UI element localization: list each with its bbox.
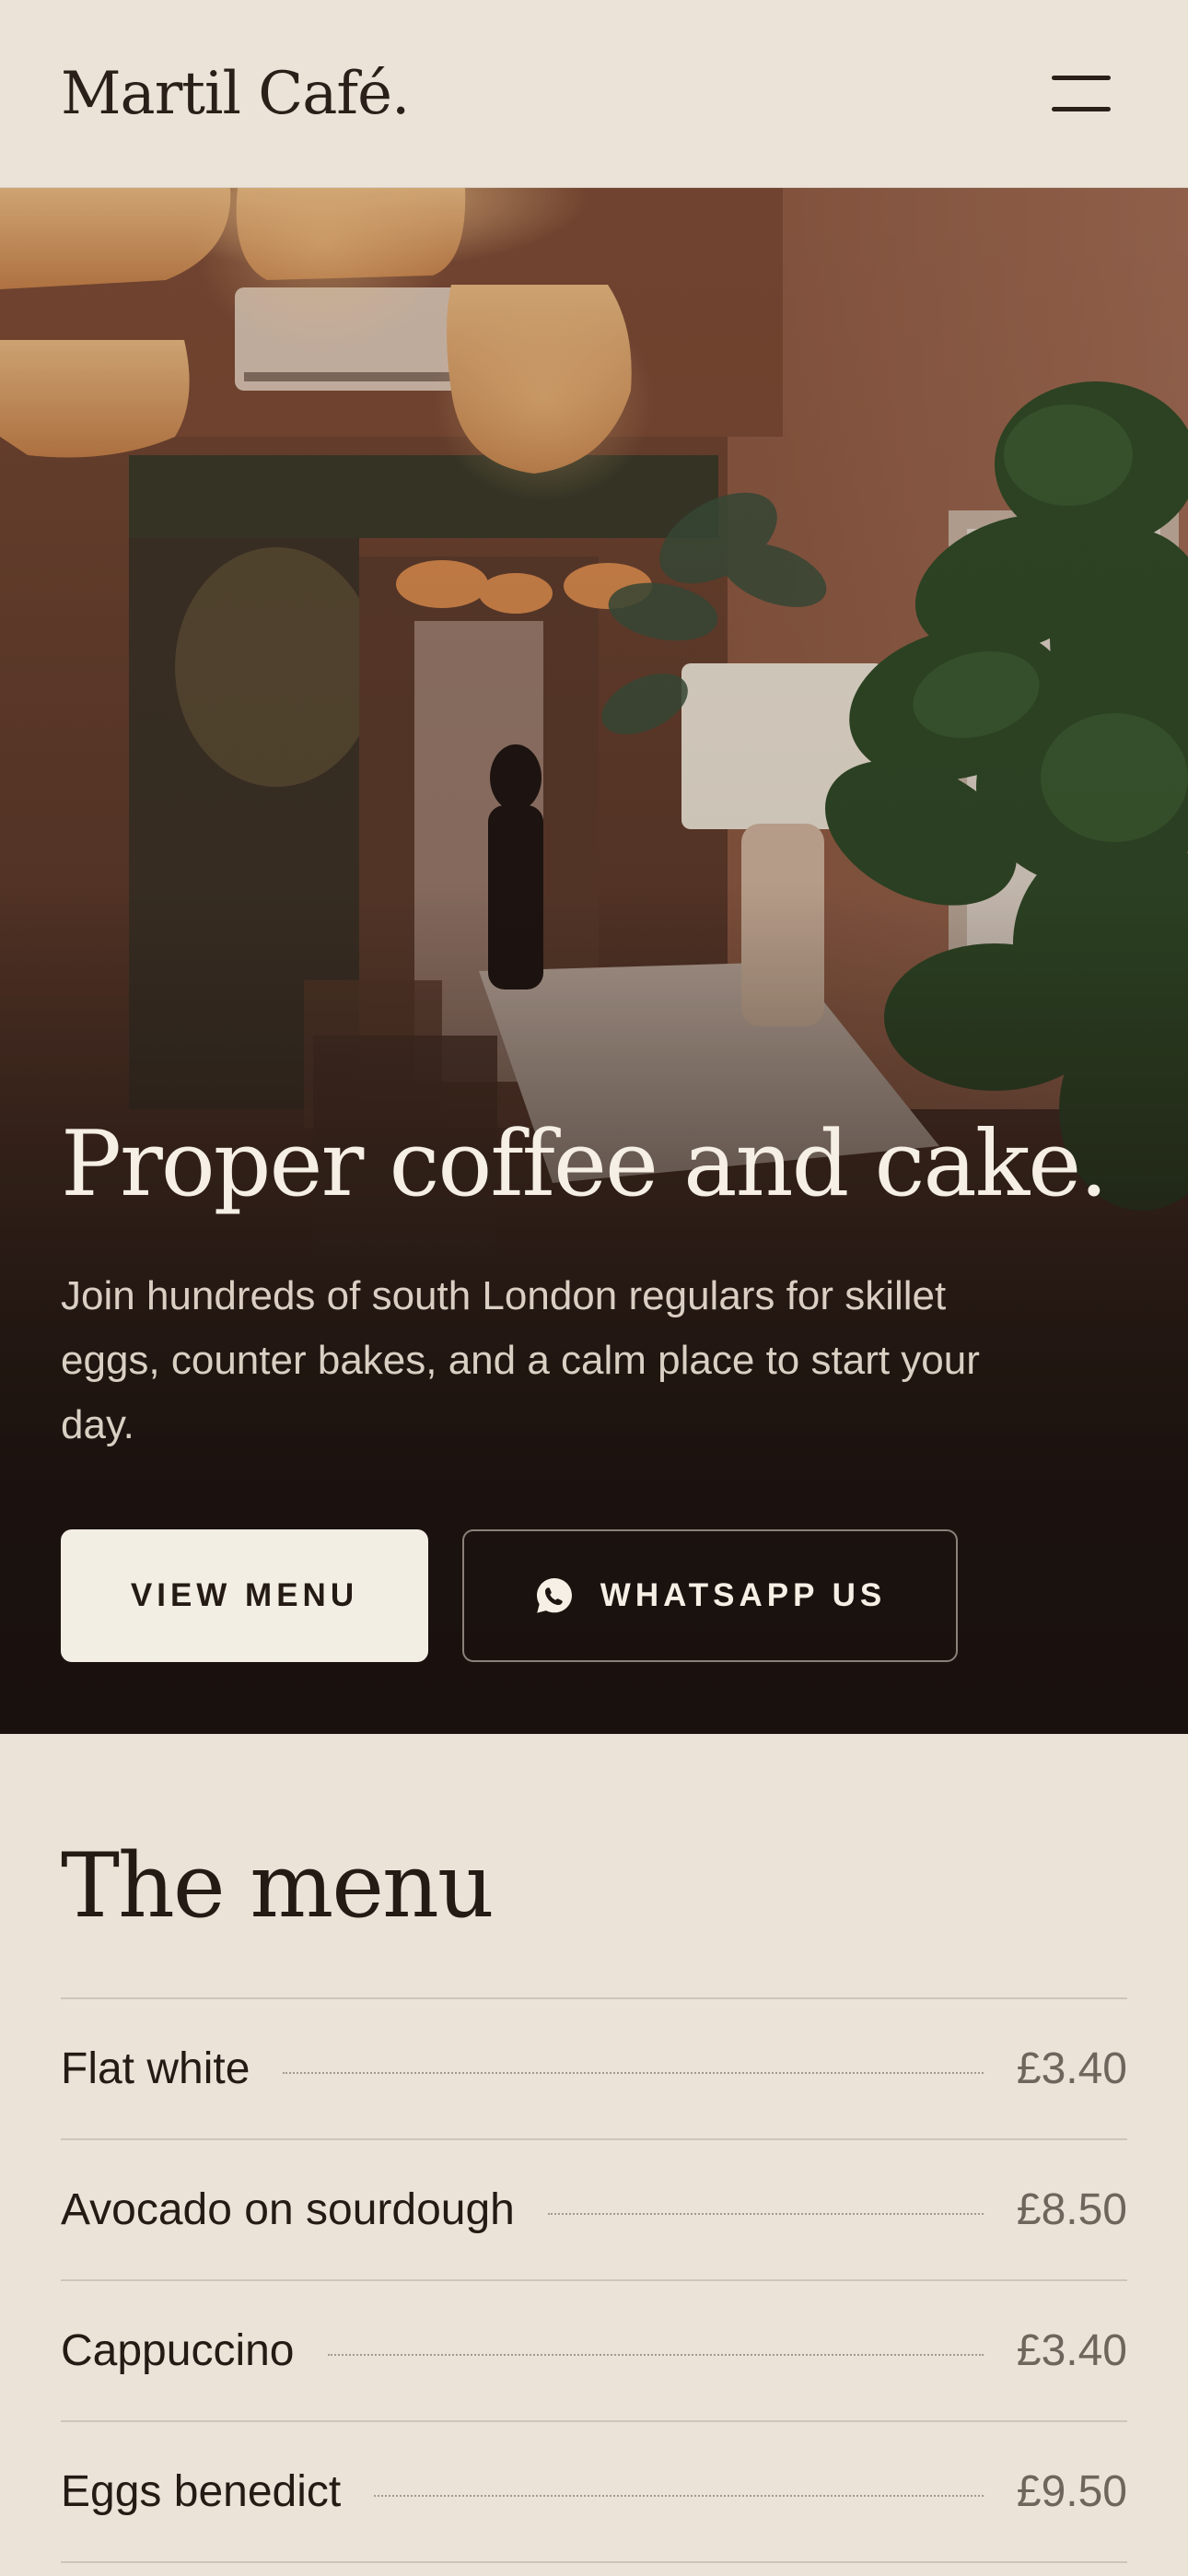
menu-item-name: Cappuccino <box>61 2325 295 2375</box>
menu-item: Eggs benedict £9.50 <box>61 2422 1127 2563</box>
menu-list: Flat white £3.40 Avocado on sourdough £8… <box>61 1997 1127 2563</box>
menu-bar-bottom <box>1052 107 1111 111</box>
whatsapp-icon <box>536 1578 572 1613</box>
menu-item-name: Avocado on sourdough <box>61 2184 515 2234</box>
menu-item-price: £3.40 <box>1016 2325 1127 2375</box>
menu-item: Flat white £3.40 <box>61 1999 1127 2140</box>
hero-section: Proper coffee and cake. Join hundreds of… <box>0 188 1188 1734</box>
menu-heading: The menu <box>61 1834 495 1938</box>
whatsapp-button[interactable]: WHATSAPP US <box>462 1529 958 1662</box>
dotted-leader <box>547 2212 984 2215</box>
menu-item-price: £9.50 <box>1016 2466 1127 2516</box>
dotted-leader <box>283 2071 984 2074</box>
menu-item: Avocado on sourdough £8.50 <box>61 2140 1127 2281</box>
menu-item-price: £8.50 <box>1016 2184 1127 2234</box>
menu-item-name: Eggs benedict <box>61 2466 342 2516</box>
view-menu-button[interactable]: VIEW MENU <box>61 1529 428 1662</box>
menu-item-name: Flat white <box>61 2043 250 2093</box>
dotted-leader <box>327 2353 984 2356</box>
dotted-leader <box>374 2494 984 2497</box>
site-header: Martil Café. <box>0 0 1188 188</box>
menu-bar-top <box>1052 76 1111 80</box>
site-logo[interactable]: Martil Café. <box>61 57 410 131</box>
menu-section: The menu Flat white £3.40 Avocado on sou… <box>0 1734 1188 2576</box>
menu-item-price: £3.40 <box>1016 2043 1127 2093</box>
hero-cafe-photo <box>0 188 1188 1734</box>
menu-item: Cappuccino £3.40 <box>61 2281 1127 2422</box>
whatsapp-button-label: WHATSAPP US <box>600 1577 887 1613</box>
page: Martil Café. Proper coffee and cake. Joi… <box>0 0 1188 2576</box>
view-menu-button-label: VIEW MENU <box>130 1577 359 1613</box>
hero-subtitle: Join hundreds of south London regulars f… <box>61 1273 980 1447</box>
hamburger-menu-icon[interactable] <box>1044 66 1118 122</box>
hero-title: Proper coffee and cake. <box>61 1112 1108 1217</box>
